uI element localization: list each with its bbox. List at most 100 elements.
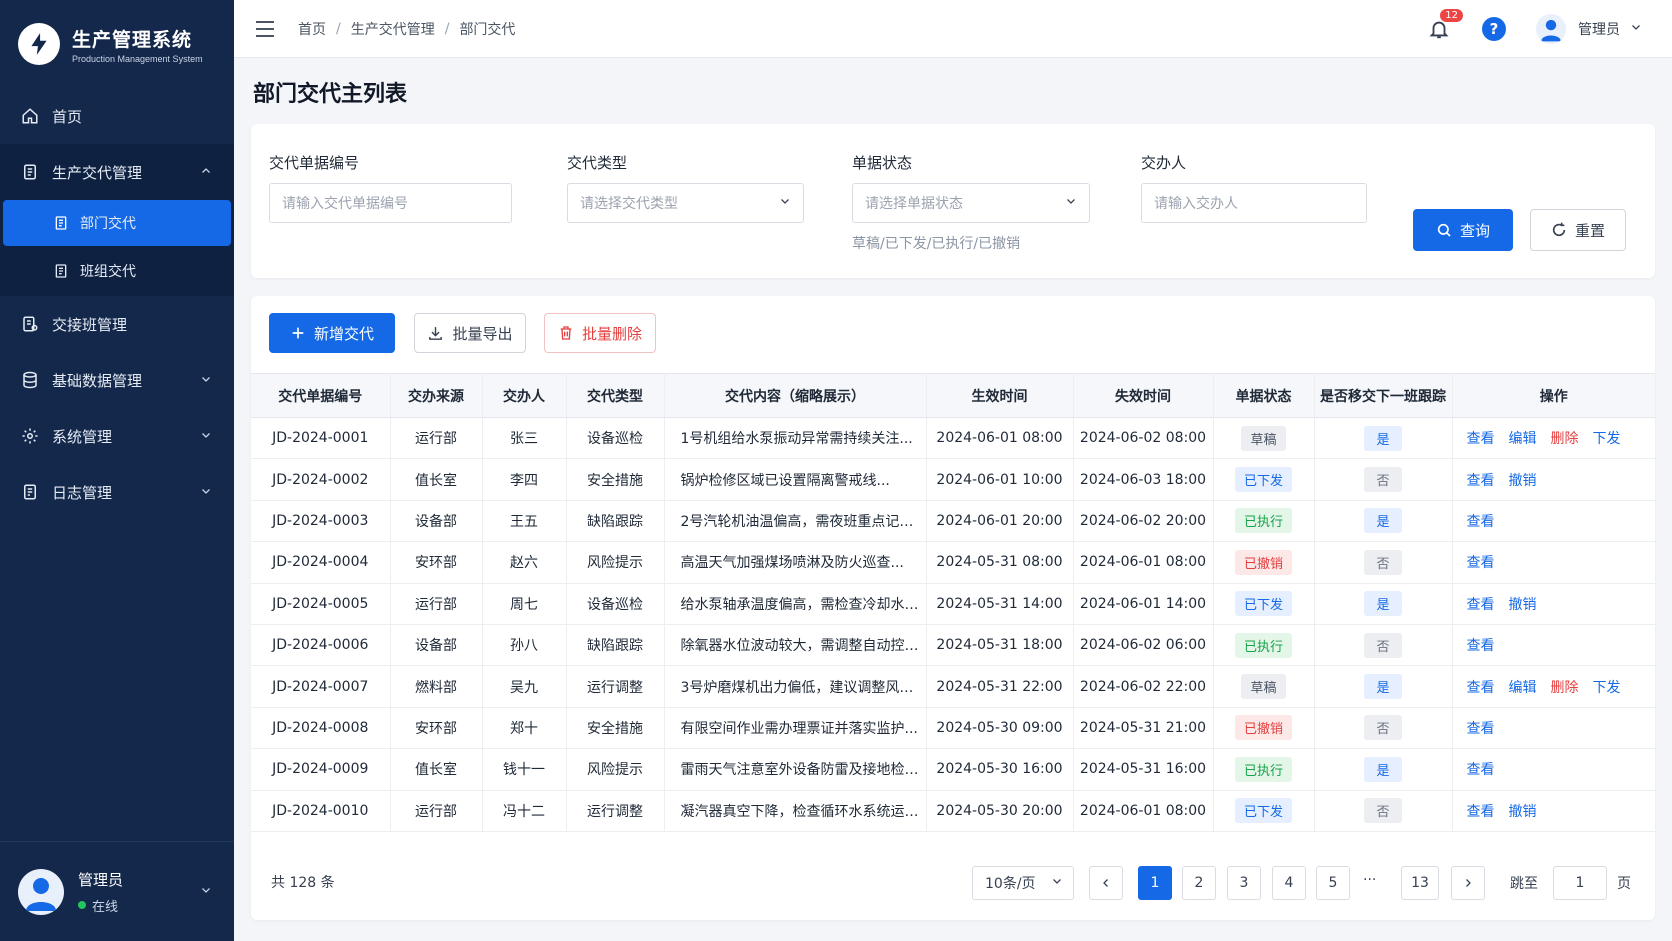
table-header-row: 交代单据编号 交办来源 交办人 交代类型 交代内容（缩略展示） 生效时间 失效时… [251, 373, 1655, 418]
breadcrumb-production[interactable]: 生产交代管理 [351, 19, 435, 39]
list-panel: 新增交代 批量导出 批量删除 交代单据编号 交办来源 交办人 交代类型 交代内容… [251, 296, 1655, 920]
prev-page-button[interactable] [1089, 866, 1123, 900]
status-badge: 已执行 [1234, 632, 1292, 658]
search-button[interactable]: 查询 [1413, 209, 1513, 251]
sidebar-item-basic-data[interactable]: 基础数据管理 [0, 352, 234, 408]
jump-unit: 页 [1617, 876, 1631, 892]
page-ellipsis[interactable]: ··· [1363, 872, 1376, 888]
page-button[interactable]: 1 [1138, 866, 1172, 900]
sidebar-subitem-team[interactable]: 班组交代 [0, 246, 234, 296]
table-row: JD-2024-0010 运行部 冯十二 运行调整 凝汽器真空下降，检查循环水系统运行.… [251, 790, 1655, 832]
chevron-down-icon [200, 371, 212, 389]
next-page-button[interactable] [1451, 866, 1485, 900]
cell-end-time: 2024-05-31 16:00 [1073, 748, 1214, 791]
edit-link[interactable]: 编辑 [1509, 680, 1537, 696]
jump-page-input[interactable]: 1 [1553, 866, 1607, 900]
revoke-link[interactable]: 撤销 [1509, 473, 1537, 489]
bell-icon[interactable]: 12 [1426, 8, 1464, 42]
user-status-label: 在线 [92, 899, 119, 915]
export-button[interactable]: 批量导出 [414, 313, 526, 353]
cell-status: 已执行 [1213, 748, 1315, 791]
reset-button[interactable]: 重置 [1530, 209, 1626, 251]
page-button[interactable]: 13 [1401, 866, 1439, 900]
view-link[interactable]: 查看 [1467, 680, 1495, 696]
sidebar-item-system[interactable]: 系统管理 [0, 408, 234, 464]
sidebar-item-log[interactable]: 日志管理 [0, 464, 234, 520]
gear-icon [20, 426, 40, 446]
cell-type: 风险提示 [566, 748, 665, 791]
sidebar-user[interactable]: 管理员 在线 [0, 841, 234, 941]
status-select[interactable]: 请选择单据状态 [852, 183, 1090, 223]
view-link[interactable]: 查看 [1467, 638, 1495, 654]
top-header: 首页 / 生产交代管理 / 部门交代 12 ? 管理员 [234, 0, 1672, 58]
menu-toggle-icon[interactable] [254, 18, 276, 40]
cell-content: 高温天气加强煤场喷淋及防火巡查... [664, 541, 927, 584]
cell-person: 钱十一 [482, 748, 567, 791]
cell-content: 1号机组给水泵振动异常需持续关注... [664, 417, 927, 460]
cell-type: 设备巡检 [566, 583, 665, 625]
lightning-logo-icon [18, 23, 60, 65]
cell-actions: 查看 [1452, 624, 1655, 667]
cell-content: 雷雨天气注意室外设备防雷及接地检查... [664, 748, 927, 791]
delete-link[interactable]: 删除 [1551, 680, 1579, 696]
sidebar-item-home[interactable]: 首页 [0, 88, 234, 144]
avatar[interactable] [1536, 14, 1566, 44]
cell-doc-no: JD-2024-0004 [251, 541, 391, 584]
edit-link[interactable]: 编辑 [1509, 431, 1537, 447]
revoke-link[interactable]: 撤销 [1509, 597, 1537, 613]
cell-actions: 查看 撤销 [1452, 458, 1655, 501]
cell-type: 风险提示 [566, 541, 665, 584]
view-link[interactable]: 查看 [1467, 473, 1495, 489]
online-dot-icon [78, 901, 86, 909]
filter-no-label: 交代单据编号 [269, 154, 360, 172]
cell-type: 设备巡检 [566, 417, 665, 460]
type-select[interactable]: 请选择交代类型 [567, 183, 804, 223]
page-button[interactable]: 5 [1316, 866, 1350, 900]
person-input[interactable]: 请输入交办人 [1141, 183, 1367, 223]
cell-actions: 查看 编辑 删除 下发 [1452, 665, 1655, 708]
issue-link[interactable]: 下发 [1593, 680, 1621, 696]
doc-no-input[interactable]: 请输入交代单据编号 [269, 183, 512, 223]
view-link[interactable]: 查看 [1467, 514, 1495, 530]
view-link[interactable]: 查看 [1467, 555, 1495, 571]
view-link[interactable]: 查看 [1467, 762, 1495, 778]
sidebar-item-production[interactable]: 生产交代管理 [0, 144, 234, 200]
cell-end-time: 2024-06-01 08:00 [1073, 790, 1214, 832]
view-link[interactable]: 查看 [1467, 721, 1495, 737]
breadcrumb-home[interactable]: 首页 [298, 19, 326, 39]
issue-link[interactable]: 下发 [1593, 431, 1621, 447]
breadcrumb: 首页 / 生产交代管理 / 部门交代 [298, 19, 515, 39]
chevron-down-icon[interactable] [1630, 21, 1642, 37]
delete-link[interactable]: 删除 [1551, 431, 1579, 447]
header-user-name[interactable]: 管理员 [1578, 19, 1620, 39]
column-header: 是否移交下一班跟踪 [1314, 373, 1453, 418]
revoke-link[interactable]: 撤销 [1509, 804, 1537, 820]
help-icon[interactable]: ? [1482, 17, 1506, 41]
cell-end-time: 2024-06-02 22:00 [1073, 665, 1214, 708]
add-button[interactable]: 新增交代 [269, 313, 395, 353]
view-link[interactable]: 查看 [1467, 431, 1495, 447]
cell-start-time: 2024-05-30 16:00 [926, 748, 1074, 791]
batch-delete-button[interactable]: 批量删除 [544, 313, 656, 353]
cell-end-time: 2024-06-03 18:00 [1073, 458, 1214, 501]
page-button[interactable]: 2 [1182, 866, 1216, 900]
cell-status: 已下发 [1213, 790, 1315, 832]
sidebar-subitem-department[interactable]: 部门交代 [3, 200, 231, 246]
sidebar-item-shift[interactable]: 交接班管理 [0, 296, 234, 352]
view-link[interactable]: 查看 [1467, 597, 1495, 613]
cell-type: 安全措施 [566, 707, 665, 750]
cell-type: 运行调整 [566, 665, 665, 708]
track-badge: 否 [1364, 467, 1402, 493]
cell-status: 草稿 [1213, 417, 1315, 460]
home-icon [20, 106, 40, 126]
page-size-select[interactable]: 10条/页 [972, 866, 1074, 900]
page-button[interactable]: 3 [1227, 866, 1261, 900]
cell-source: 值长室 [390, 458, 483, 501]
export-button-label: 批量导出 [452, 324, 513, 343]
page-button[interactable]: 4 [1272, 866, 1306, 900]
cell-person: 张三 [482, 417, 567, 460]
view-link[interactable]: 查看 [1467, 804, 1495, 820]
status-badge: 已撤销 [1234, 715, 1292, 741]
cell-doc-no: JD-2024-0010 [251, 790, 391, 832]
document-icon [20, 162, 40, 182]
